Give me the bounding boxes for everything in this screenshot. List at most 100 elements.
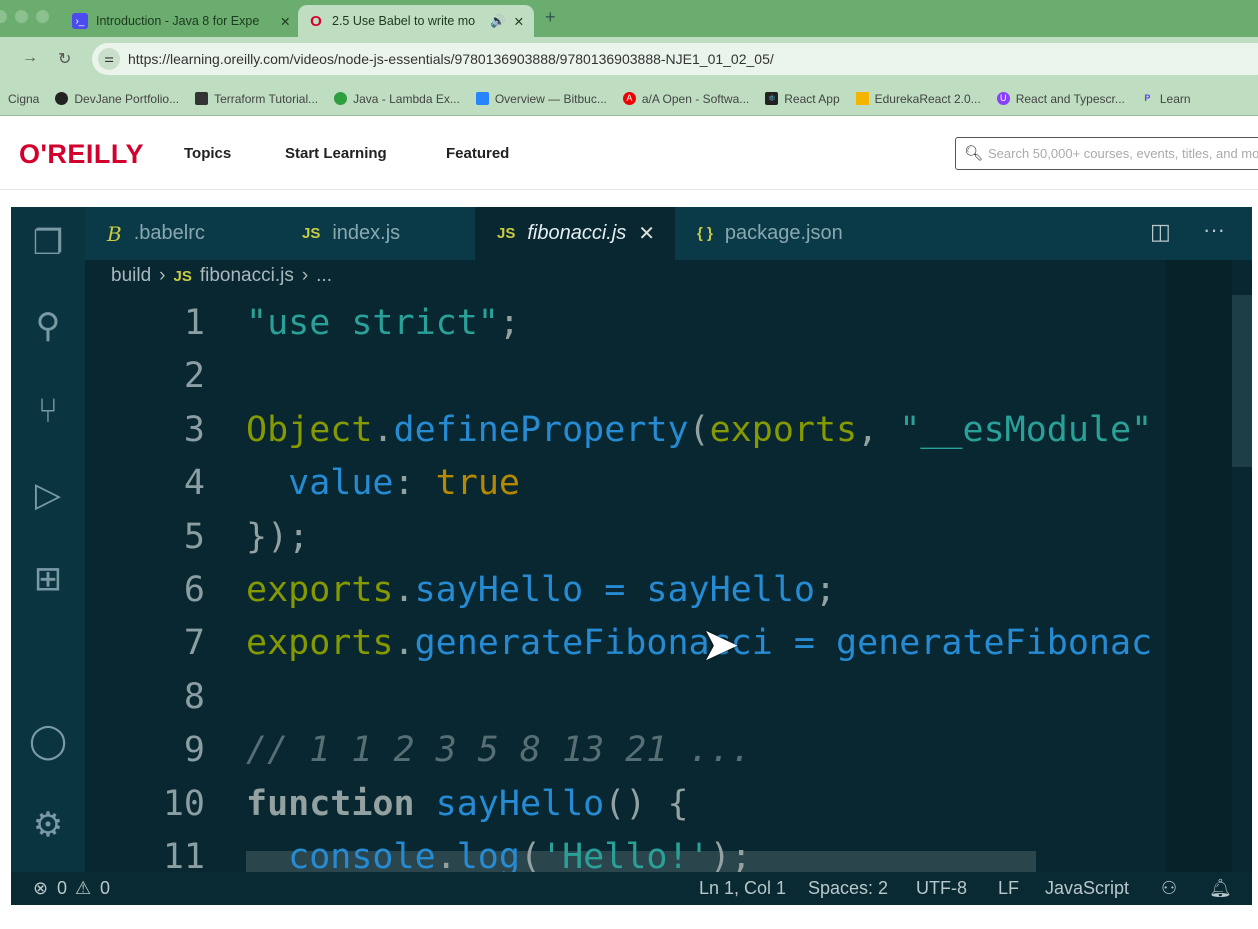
code-line: 5}); (85, 511, 1165, 564)
globe-icon (55, 92, 69, 105)
chevron-right-icon: › (159, 265, 166, 286)
code-token: = (772, 623, 837, 664)
close-tab-icon[interactable]: ✕ (280, 14, 290, 29)
terraform-icon (195, 92, 209, 105)
oreilly-logo[interactable]: O'REILLY (19, 139, 144, 170)
extensions-icon: ⊞ (33, 560, 63, 598)
reload-icon[interactable]: ↻ (58, 49, 71, 69)
code-token: exports (246, 623, 394, 664)
code-token: , (857, 409, 900, 450)
bookmark[interactable]: Overview — Bitbuc... (475, 92, 607, 106)
site-settings-icon[interactable]: ⚌ (98, 48, 120, 70)
video-player[interactable]: ❐ ⚲ ⑂ ▷ ⊞ ◯ ⚙ B .babelrc JS index.js JS fib… (11, 207, 1252, 905)
line-number: 8 (183, 676, 205, 717)
line-number: 4 (183, 463, 205, 504)
scrollbar[interactable] (1232, 295, 1252, 467)
code-token: ( (688, 409, 710, 450)
nav-start-learning[interactable]: Start Learning (285, 145, 387, 162)
line-number: 10 (162, 783, 205, 824)
url-field[interactable]: ⚌ https://learning.oreilly.com/videos/no… (92, 43, 1258, 75)
browser-tab[interactable]: ›_ Introduction - Java 8 for Expe ✕ (62, 5, 300, 37)
code-token: () { (604, 783, 689, 824)
code-editor: 1 "use strict"; 2 3 Object.defineProperty(ex… (85, 297, 1165, 872)
bookmark[interactable]: Java - Lambda Ex... (334, 92, 460, 106)
bookmark[interactable]: P Learn (1141, 92, 1190, 106)
a-icon: A (622, 92, 636, 105)
code-token: ( (519, 837, 542, 872)
minimap (1165, 260, 1232, 872)
nav-featured[interactable]: Featured (446, 145, 509, 162)
code-token: ; (498, 303, 520, 343)
code-token: "__esModule" (899, 409, 1153, 450)
terminal-icon: ›_ (72, 13, 88, 29)
code-text: console.log('Hello!'); (246, 831, 752, 872)
line-number: 5 (183, 516, 205, 557)
tab-fibonacci-js: JS fibonacci.js ✕ (475, 207, 675, 260)
json-icon: { } (697, 225, 713, 242)
code-token: = (583, 570, 647, 610)
run-debug-icon: ▷ (34, 476, 62, 514)
tab-package-json: { } package.json (697, 222, 843, 244)
code-token: function (246, 783, 415, 824)
line-number: 6 (183, 570, 205, 610)
code-token: defineProperty (393, 409, 689, 450)
bookmark[interactable]: DevJane Portfolio... (55, 92, 179, 106)
code-token: value (246, 463, 394, 504)
js-icon: JS (173, 267, 192, 285)
code-line: 11 console.log('Hello!'); (85, 831, 1165, 872)
nav-topics[interactable]: Topics (184, 145, 231, 162)
react-icon: ⚛ (765, 92, 779, 105)
code-token: . (372, 409, 394, 450)
site-header: O'REILLY Topics Start Learning Featured … (0, 117, 1258, 190)
babel-icon: B (107, 221, 122, 246)
bookmark[interactable]: Terraform Tutorial... (195, 92, 318, 106)
window-controls[interactable] (0, 10, 49, 23)
bookmark[interactable]: U React and Typescr... (996, 92, 1125, 106)
code-token: sayHello (646, 570, 815, 610)
search-icon: ⚲ (35, 307, 61, 345)
code-text: Object.defineProperty(exports, "__esModu… (246, 404, 1152, 457)
drive-icon (855, 92, 869, 105)
bookmark[interactable]: Cigna (8, 92, 39, 106)
learn-icon: P (1144, 93, 1151, 103)
code-line: 9 // 1 1 2 3 5 8 13 21 ... (85, 724, 1165, 777)
browser-tab-strip: ›_ Introduction - Java 8 for Expe ✕ O 2.… (0, 0, 1258, 37)
activity-bar: ❐ ⚲ ⑂ ▷ ⊞ ◯ ⚙ (11, 207, 85, 872)
bitbucket-icon (475, 92, 489, 105)
editor-tabs: B .babelrc JS index.js JS fibonacci.js ✕ { }… (85, 207, 1252, 260)
search-input[interactable]: 🔍︎ Search 50,000+ courses, events, title… (955, 137, 1258, 170)
code-token: exports (246, 570, 394, 610)
breadcrumb: build › JS fibonacci.js › ... (111, 265, 333, 286)
bookmark[interactable]: EdurekaReact 2.0... (855, 92, 981, 106)
code-token: exports (709, 409, 858, 450)
code-text: }); (246, 511, 309, 564)
code-line: 4 value: true (85, 457, 1165, 510)
close-tab-icon[interactable]: ✕ (514, 14, 524, 29)
account-icon: ◯ (28, 722, 68, 760)
line-number: 9 (183, 730, 205, 771)
code-line: 1 "use strict"; (85, 297, 1165, 350)
line-number: 1 (183, 303, 205, 343)
chevron-right-icon: › (301, 265, 309, 286)
code-text: exports.generateFibonacci = generateFibo… (246, 617, 1152, 670)
feedback-icon: ⚇ (1161, 878, 1178, 898)
close-icon: ✕ (638, 223, 656, 245)
forward-icon[interactable]: → (22, 49, 38, 67)
settings-gear-icon: ⚙ (32, 806, 64, 844)
code-token: . (393, 623, 415, 664)
lambda-icon (334, 92, 348, 105)
code-line: 8 (85, 671, 1165, 724)
new-tab-button[interactable]: + (545, 7, 556, 28)
oreilly-icon: O (310, 12, 322, 30)
bookmark[interactable]: Aa/A Open - Softwa... (622, 92, 749, 106)
code-line: 7 exports.generateFibonacci = generateFib… (85, 617, 1165, 670)
code-text: value: true (246, 457, 520, 510)
code-token: . (435, 837, 457, 872)
speaker-icon[interactable]: 🔊 (490, 14, 506, 29)
browser-tab-active[interactable]: O 2.5 Use Babel to write mo 🔊 ✕ (298, 5, 535, 37)
code-text: "use strict"; (246, 297, 520, 350)
warning-icon: ⚠ (75, 878, 92, 898)
bookmark[interactable]: ⚛ React App (765, 92, 840, 106)
bell-icon: 🔔︎ (1209, 878, 1232, 898)
line-number: 2 (183, 356, 205, 397)
